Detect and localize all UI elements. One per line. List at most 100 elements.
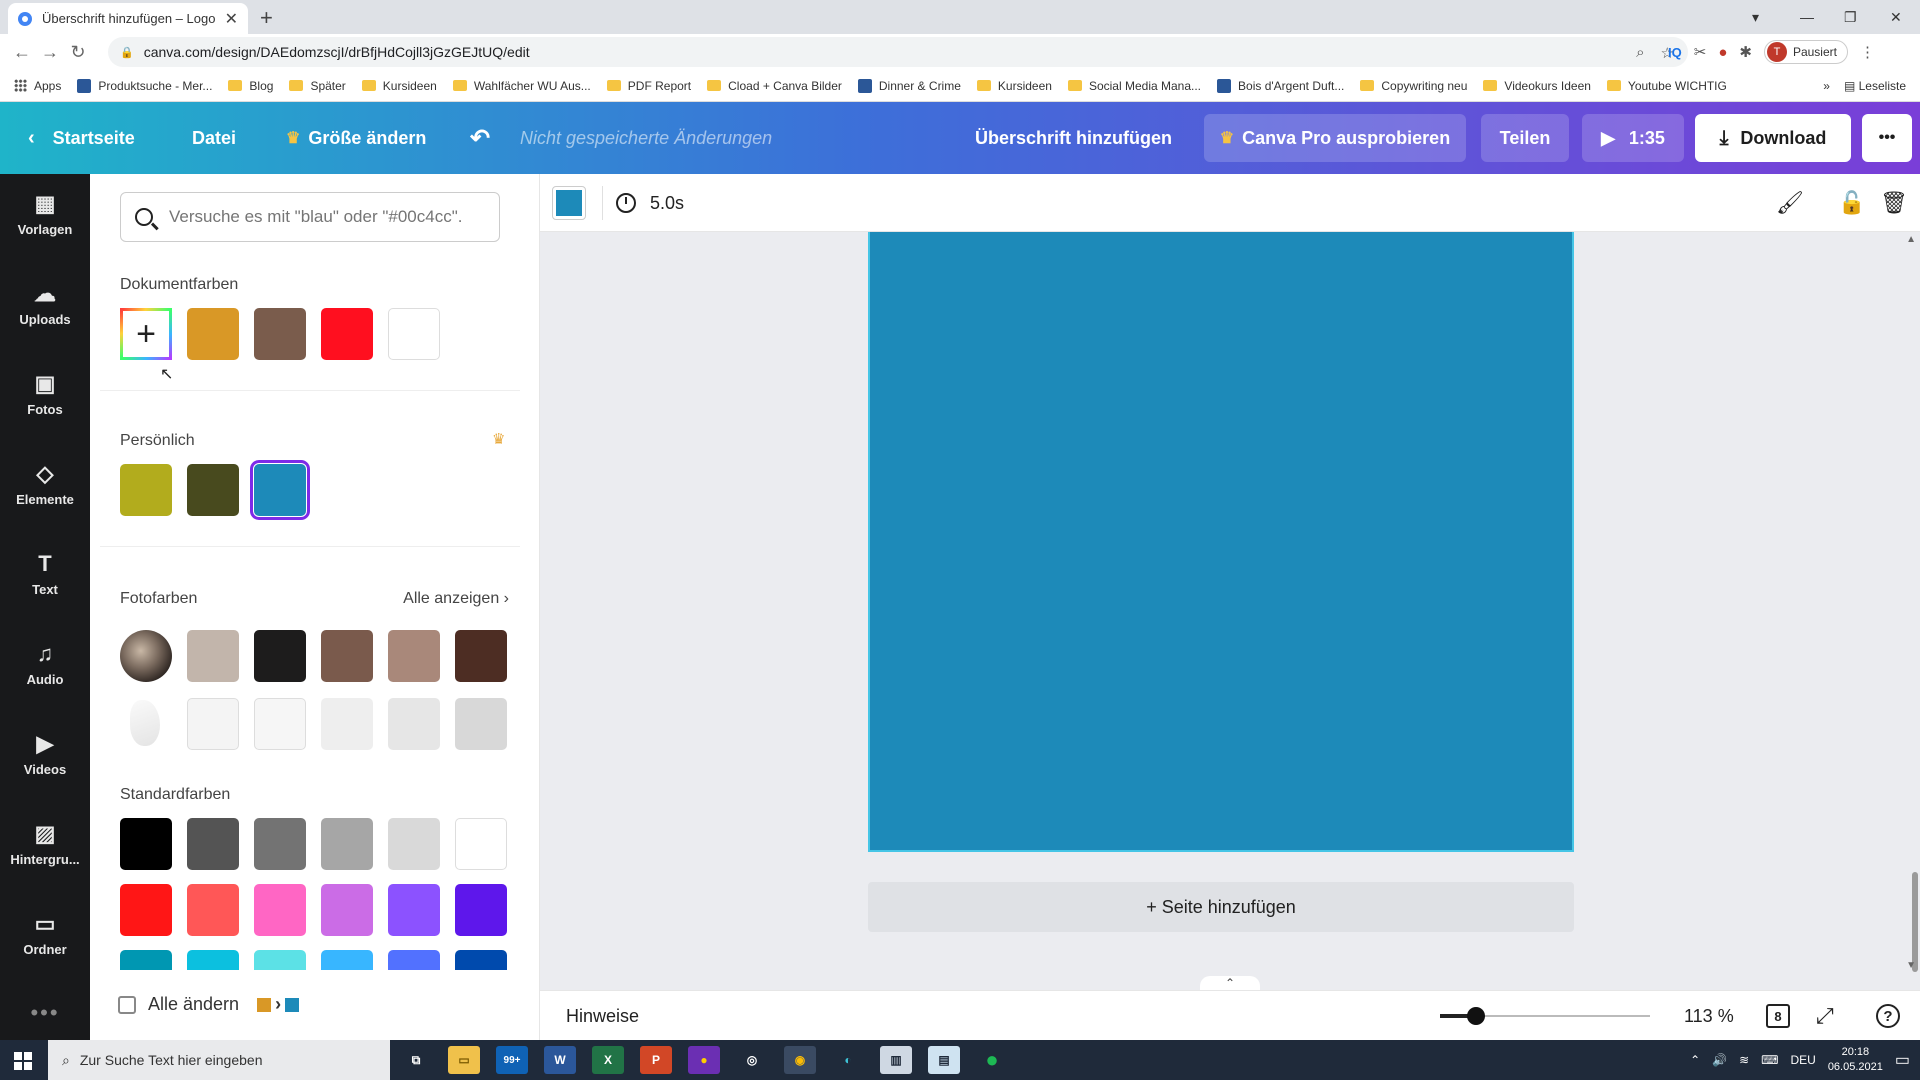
photo-color-swatch[interactable] bbox=[455, 698, 507, 750]
more-options-button[interactable]: ••• bbox=[1862, 114, 1912, 162]
home-button[interactable]: ‹ Startseite bbox=[28, 102, 135, 174]
color-search-input[interactable] bbox=[169, 207, 489, 227]
standard-color-swatch[interactable] bbox=[321, 884, 373, 936]
standard-color-swatch[interactable] bbox=[388, 818, 440, 870]
rail-item-5[interactable]: T Text bbox=[0, 534, 90, 614]
notes-button[interactable]: Hinweise bbox=[566, 991, 639, 1041]
notepad-icon[interactable]: ▤ bbox=[928, 1046, 960, 1074]
help-button[interactable]: ? bbox=[1876, 991, 1900, 1041]
timing-button[interactable]: 5.0s bbox=[616, 174, 684, 232]
standard-color-swatch[interactable] bbox=[321, 818, 373, 870]
language-indicator[interactable]: DEU bbox=[1790, 1053, 1815, 1067]
clock[interactable]: 20:18 06.05.2021 bbox=[1828, 1045, 1883, 1075]
bookmark-item[interactable]: Social Media Mana... bbox=[1067, 79, 1201, 93]
fullscreen-icon[interactable]: ⤢ bbox=[1816, 991, 1834, 1041]
share-button[interactable]: Teilen bbox=[1481, 114, 1569, 162]
back-icon[interactable]: ← bbox=[8, 42, 36, 63]
document-color-swatch[interactable] bbox=[388, 308, 440, 360]
workspace-scrollbar[interactable] bbox=[1912, 872, 1918, 972]
zoom-lens-icon[interactable]: ⌕ bbox=[1636, 44, 1644, 62]
photo-color-swatch[interactable] bbox=[254, 698, 306, 750]
standard-color-swatch[interactable] bbox=[455, 818, 507, 870]
chrome-icon[interactable]: ◉ bbox=[784, 1046, 816, 1074]
bookmark-item[interactable]: Blog bbox=[228, 79, 273, 93]
extension-icon[interactable]: ✂ bbox=[1694, 43, 1707, 61]
bookmark-item[interactable]: PDF Report bbox=[606, 79, 691, 93]
profile-button[interactable]: T Pausiert bbox=[1763, 40, 1848, 64]
personal-color-swatch[interactable] bbox=[187, 464, 239, 516]
photo-color-swatch[interactable] bbox=[187, 698, 239, 750]
mail-icon[interactable]: 99+ bbox=[496, 1046, 528, 1074]
color-search[interactable] bbox=[120, 192, 500, 242]
standard-color-swatch[interactable] bbox=[187, 884, 239, 936]
photo-color-swatch[interactable] bbox=[388, 630, 440, 682]
rail-item-9[interactable]: ▭ Ordner bbox=[0, 894, 90, 974]
page-grid-button[interactable]: 8 bbox=[1766, 991, 1790, 1041]
scroll-down-icon[interactable]: ▼ bbox=[1906, 960, 1916, 971]
personal-color-swatch[interactable] bbox=[120, 464, 172, 516]
standard-color-swatch[interactable] bbox=[187, 818, 239, 870]
document-color-swatch[interactable] bbox=[187, 308, 239, 360]
design-title[interactable]: Überschrift hinzufügen bbox=[975, 102, 1172, 174]
standard-color-swatch[interactable] bbox=[120, 818, 172, 870]
file-menu[interactable]: Datei bbox=[192, 102, 236, 174]
taskbar-search[interactable]: ⌕ Zur Suche Text hier eingeben bbox=[48, 1040, 390, 1080]
bookmark-item[interactable]: Produktsuche - Mer... bbox=[77, 78, 212, 93]
url-field[interactable]: 🔒 canva.com/design/DAEdomzscjI/drBfjHdCo… bbox=[108, 37, 1688, 67]
trash-icon[interactable]: 🗑 bbox=[1880, 174, 1908, 232]
resize-button[interactable]: ♛ Größe ändern bbox=[286, 102, 426, 174]
minimize-button[interactable]: — bbox=[1800, 4, 1814, 30]
excel-icon[interactable]: X bbox=[592, 1046, 624, 1074]
file-explorer-icon[interactable]: ▭ bbox=[448, 1046, 480, 1074]
rail-item-2[interactable]: ☁ Uploads bbox=[0, 264, 90, 344]
restore-button[interactable]: ❐ bbox=[1844, 4, 1857, 30]
standard-color-swatch[interactable] bbox=[455, 884, 507, 936]
undo-icon[interactable]: ↶ bbox=[470, 102, 490, 174]
standard-color-swatch[interactable] bbox=[388, 884, 440, 936]
add-page-button[interactable]: + Seite hinzufügen bbox=[868, 882, 1574, 932]
task-view-icon[interactable]: ⧉ bbox=[400, 1046, 432, 1074]
standard-color-swatch[interactable] bbox=[120, 884, 172, 936]
photo-color-swatch[interactable] bbox=[254, 630, 306, 682]
browser-menu-icon[interactable]: ⋮ bbox=[1860, 43, 1875, 61]
bookmark-item[interactable]: Youtube WICHTIG bbox=[1606, 79, 1727, 93]
personal-color-swatch[interactable] bbox=[250, 460, 310, 520]
bookmarks-more-icon[interactable]: » bbox=[1823, 79, 1830, 93]
zoom-slider-handle[interactable] bbox=[1466, 1007, 1485, 1025]
windows-start-icon[interactable] bbox=[14, 1052, 32, 1070]
download-button[interactable]: ⤓ Download bbox=[1695, 114, 1851, 162]
adblock-icon[interactable]: ● bbox=[1718, 44, 1727, 61]
expand-notes-icon[interactable]: ⌃ bbox=[1200, 976, 1260, 990]
rail-item-8[interactable]: ▨ Hintergru... bbox=[0, 804, 90, 884]
try-pro-button[interactable]: ♛ Canva Pro ausprobieren bbox=[1204, 114, 1466, 162]
photo-color-swatch[interactable] bbox=[321, 698, 373, 750]
scroll-up-icon[interactable]: ▲ bbox=[1906, 234, 1916, 245]
extensions-puzzle-icon[interactable]: ✱ bbox=[1739, 43, 1752, 61]
photo-color-swatch[interactable] bbox=[187, 630, 239, 682]
window-close-button[interactable]: ✕ bbox=[1890, 4, 1902, 30]
bookmark-item[interactable]: Videokurs Ideen bbox=[1483, 79, 1591, 93]
change-all-checkbox[interactable] bbox=[118, 995, 136, 1014]
photo-color-swatch[interactable] bbox=[321, 630, 373, 682]
edge-icon[interactable]: ◐ bbox=[832, 1046, 864, 1074]
zoom-level[interactable]: 113 % bbox=[1684, 991, 1734, 1041]
document-color-swatch[interactable] bbox=[321, 308, 373, 360]
obs-icon[interactable]: ◎ bbox=[736, 1046, 768, 1074]
present-button[interactable]: ▶ 1:35 bbox=[1582, 114, 1684, 162]
rail-item-1[interactable]: ▦ Vorlagen bbox=[0, 174, 90, 254]
zoom-slider[interactable] bbox=[1440, 1007, 1650, 1025]
photo-color-swatch[interactable] bbox=[455, 630, 507, 682]
forward-icon[interactable]: → bbox=[36, 42, 64, 63]
bookmark-item[interactable]: Dinner & Crime bbox=[857, 78, 961, 93]
bookmark-item[interactable]: Bois d'Argent Duft... bbox=[1217, 78, 1344, 93]
document-color-swatch[interactable] bbox=[254, 308, 306, 360]
design-page[interactable] bbox=[868, 232, 1574, 852]
bookmark-item[interactable]: Cload + Canva Bilder bbox=[707, 79, 842, 93]
bookmark-item[interactable]: Copywriting neu bbox=[1360, 79, 1467, 93]
browser-tab[interactable]: Überschrift hinzufügen – Logo ✕ bbox=[8, 3, 248, 34]
show-all-link[interactable]: Alle anzeigen › bbox=[403, 590, 509, 608]
app-icon[interactable]: ● bbox=[688, 1046, 720, 1074]
lock-icon[interactable]: 🔓 bbox=[1838, 174, 1865, 232]
more-apps-icon[interactable]: ••• bbox=[0, 1000, 90, 1026]
rail-item-4[interactable]: ◇ Elemente bbox=[0, 444, 90, 524]
